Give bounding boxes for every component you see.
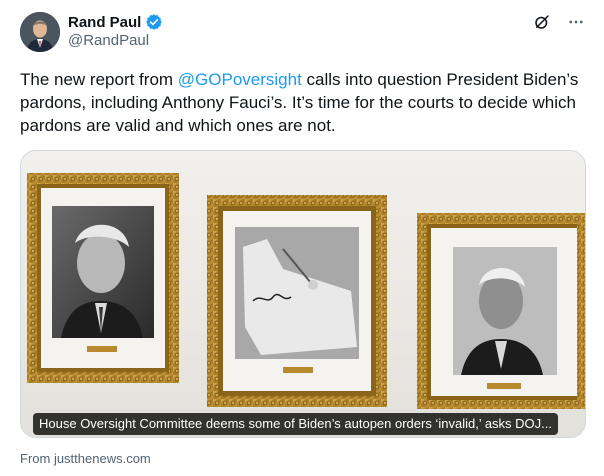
card-source-link[interactable]: From justthenews.com: [20, 451, 151, 466]
verified-badge-icon: [145, 13, 163, 31]
link-card[interactable]: House Oversight Committee deems some of …: [20, 150, 586, 438]
display-name[interactable]: Rand Paul: [68, 14, 141, 31]
avatar[interactable]: [20, 12, 60, 52]
handle[interactable]: @RandPaul: [68, 32, 149, 49]
mention-link[interactable]: @GOPoversight: [178, 70, 302, 89]
tweet-text: The new report from @GOPoversight calls …: [20, 68, 580, 137]
card-image: [21, 151, 585, 437]
more-options-icon[interactable]: [566, 12, 586, 32]
tweet[interactable]: Rand Paul @RandPaul The new report from …: [0, 0, 604, 476]
card-caption: House Oversight Committee deems some of …: [33, 413, 559, 435]
tweet-text-before: The new report from: [20, 70, 178, 89]
grok-icon[interactable]: [532, 12, 552, 32]
